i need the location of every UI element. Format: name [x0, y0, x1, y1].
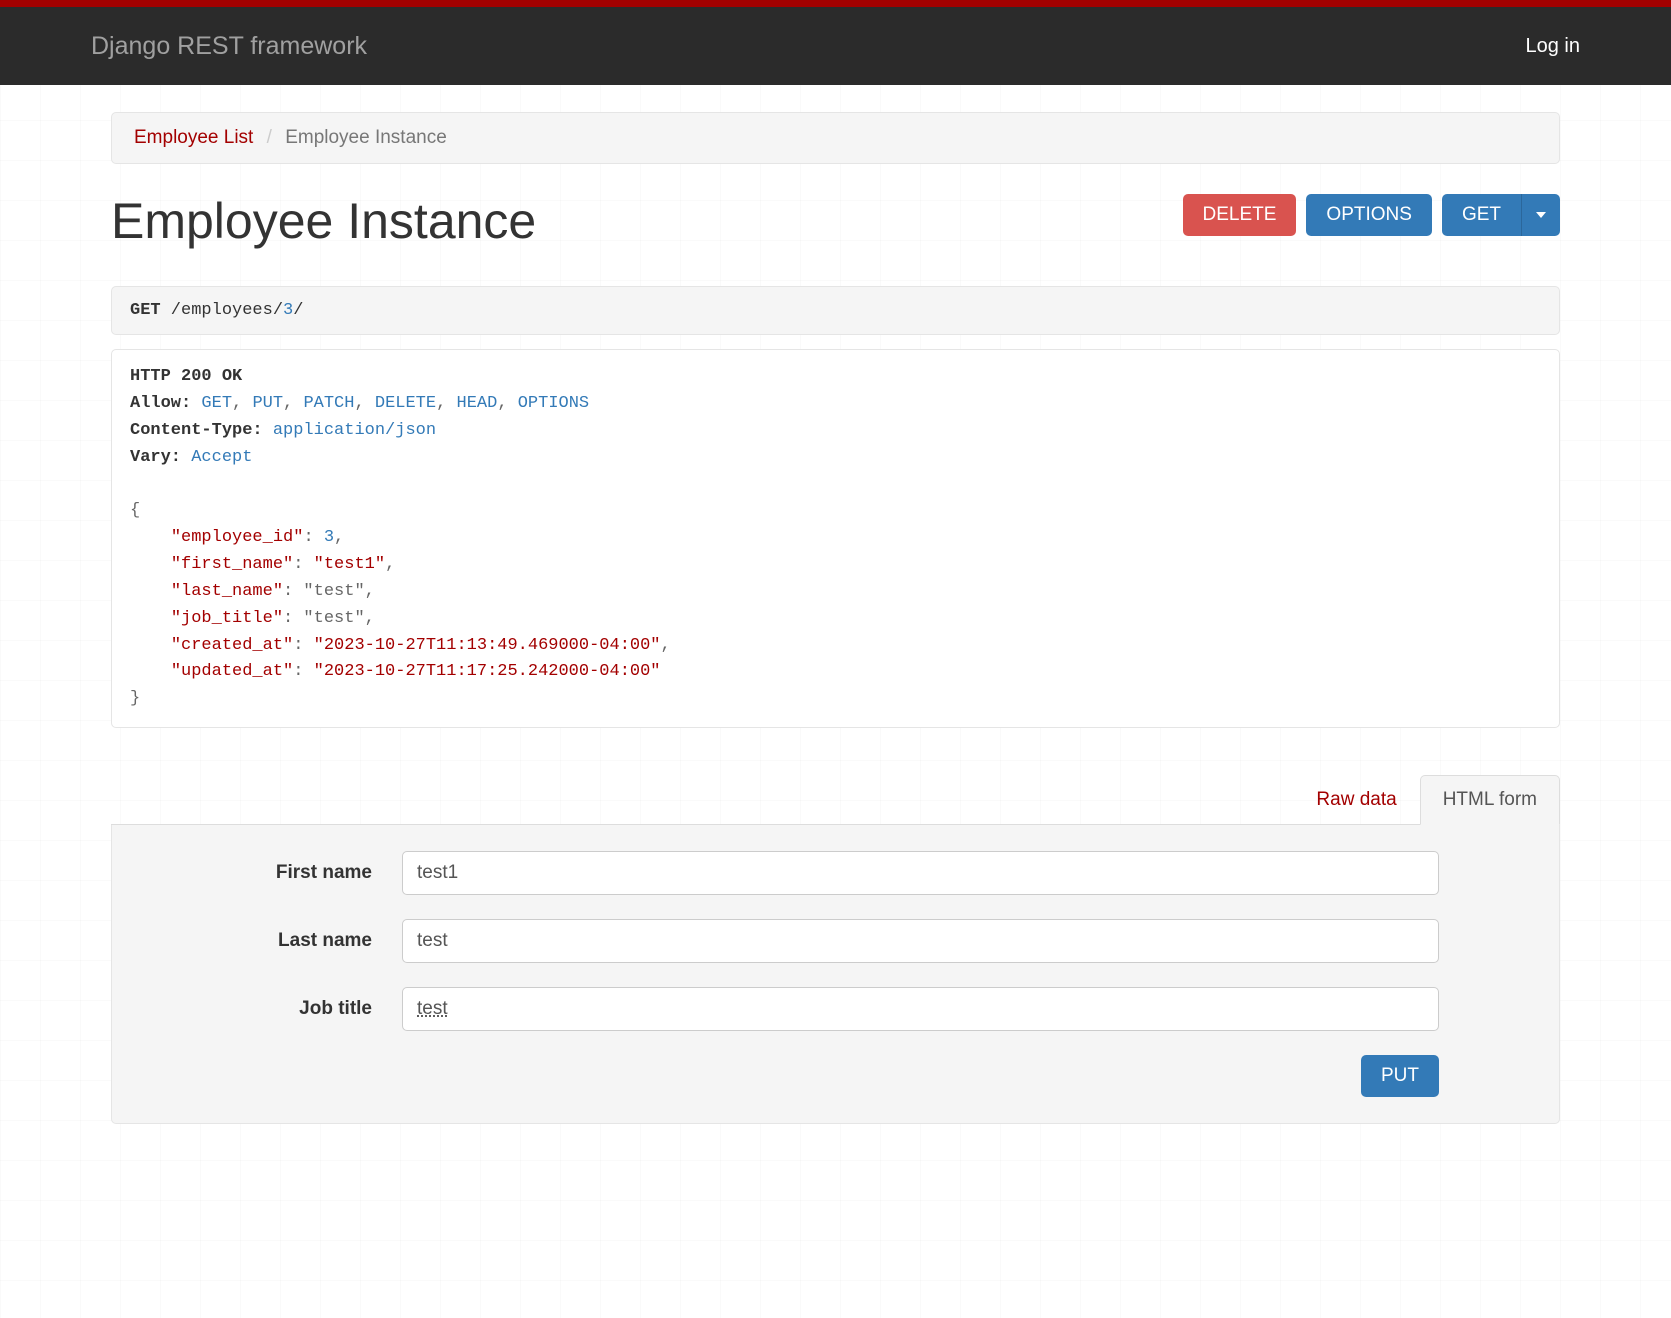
last-name-input[interactable] — [402, 919, 1439, 963]
breadcrumb-separator: / — [267, 127, 272, 148]
request-path-prefix: /employees/ — [161, 301, 283, 320]
json-first-name: test1 — [324, 555, 375, 574]
response-status: HTTP 200 OK — [130, 367, 242, 386]
page-title: Employee Instance — [111, 192, 536, 250]
form-tabs: Raw data HTML form — [111, 774, 1560, 825]
request-path-suffix: / — [293, 301, 303, 320]
action-buttons: DELETE OPTIONS GET — [1183, 194, 1561, 236]
content-type-value: application/json — [273, 421, 436, 440]
breadcrumb: Employee List / Employee Instance — [111, 112, 1560, 164]
content-type-label: Content-Type: — [130, 421, 263, 440]
tab-raw-data[interactable]: Raw data — [1293, 775, 1419, 825]
chevron-down-icon — [1536, 212, 1546, 218]
options-button[interactable]: OPTIONS — [1306, 194, 1432, 236]
vary-value: Accept — [191, 448, 252, 467]
breadcrumb-parent[interactable]: Employee List — [134, 127, 253, 148]
breadcrumb-current: Employee Instance — [285, 127, 447, 148]
job-title-input[interactable] — [402, 987, 1439, 1031]
html-form-panel: First name Last name Job title PUT — [111, 825, 1560, 1124]
allow-head: HEAD — [457, 394, 498, 413]
delete-button[interactable]: DELETE — [1183, 194, 1297, 236]
allow-options: OPTIONS — [518, 394, 589, 413]
brand-link[interactable]: Django REST framework — [91, 32, 367, 61]
request-method: GET — [130, 301, 161, 320]
get-dropdown-toggle[interactable] — [1521, 194, 1560, 236]
allow-put: PUT — [252, 394, 283, 413]
job-title-label: Job title — [152, 998, 402, 1020]
response-box: HTTP 200 OK Allow: GET, PUT, PATCH, DELE… — [111, 349, 1560, 728]
allow-label: Allow: — [130, 394, 191, 413]
tab-html-form[interactable]: HTML form — [1420, 775, 1560, 825]
allow-patch: PATCH — [303, 394, 354, 413]
login-link[interactable]: Log in — [1526, 35, 1581, 58]
last-name-label: Last name — [152, 930, 402, 952]
navbar: Django REST framework Log in — [0, 7, 1671, 85]
first-name-label: First name — [152, 862, 402, 884]
json-last-name: test — [314, 582, 355, 601]
topbar-accent — [0, 0, 1671, 7]
get-button[interactable]: GET — [1442, 194, 1521, 236]
first-name-input[interactable] — [402, 851, 1439, 895]
get-button-group: GET — [1442, 194, 1560, 236]
allow-delete: DELETE — [375, 394, 436, 413]
put-button[interactable]: PUT — [1361, 1055, 1439, 1097]
json-employee-id: 3 — [324, 528, 334, 547]
request-line: GET /employees/3/ — [111, 286, 1560, 335]
json-updated-at: 2023-10-27T11:17:25.242000-04:00 — [324, 662, 650, 681]
json-job-title: test — [314, 609, 355, 628]
request-id: 3 — [283, 301, 293, 320]
vary-label: Vary: — [130, 448, 181, 467]
allow-get: GET — [201, 394, 232, 413]
json-created-at: 2023-10-27T11:13:49.469000-04:00 — [324, 636, 650, 655]
